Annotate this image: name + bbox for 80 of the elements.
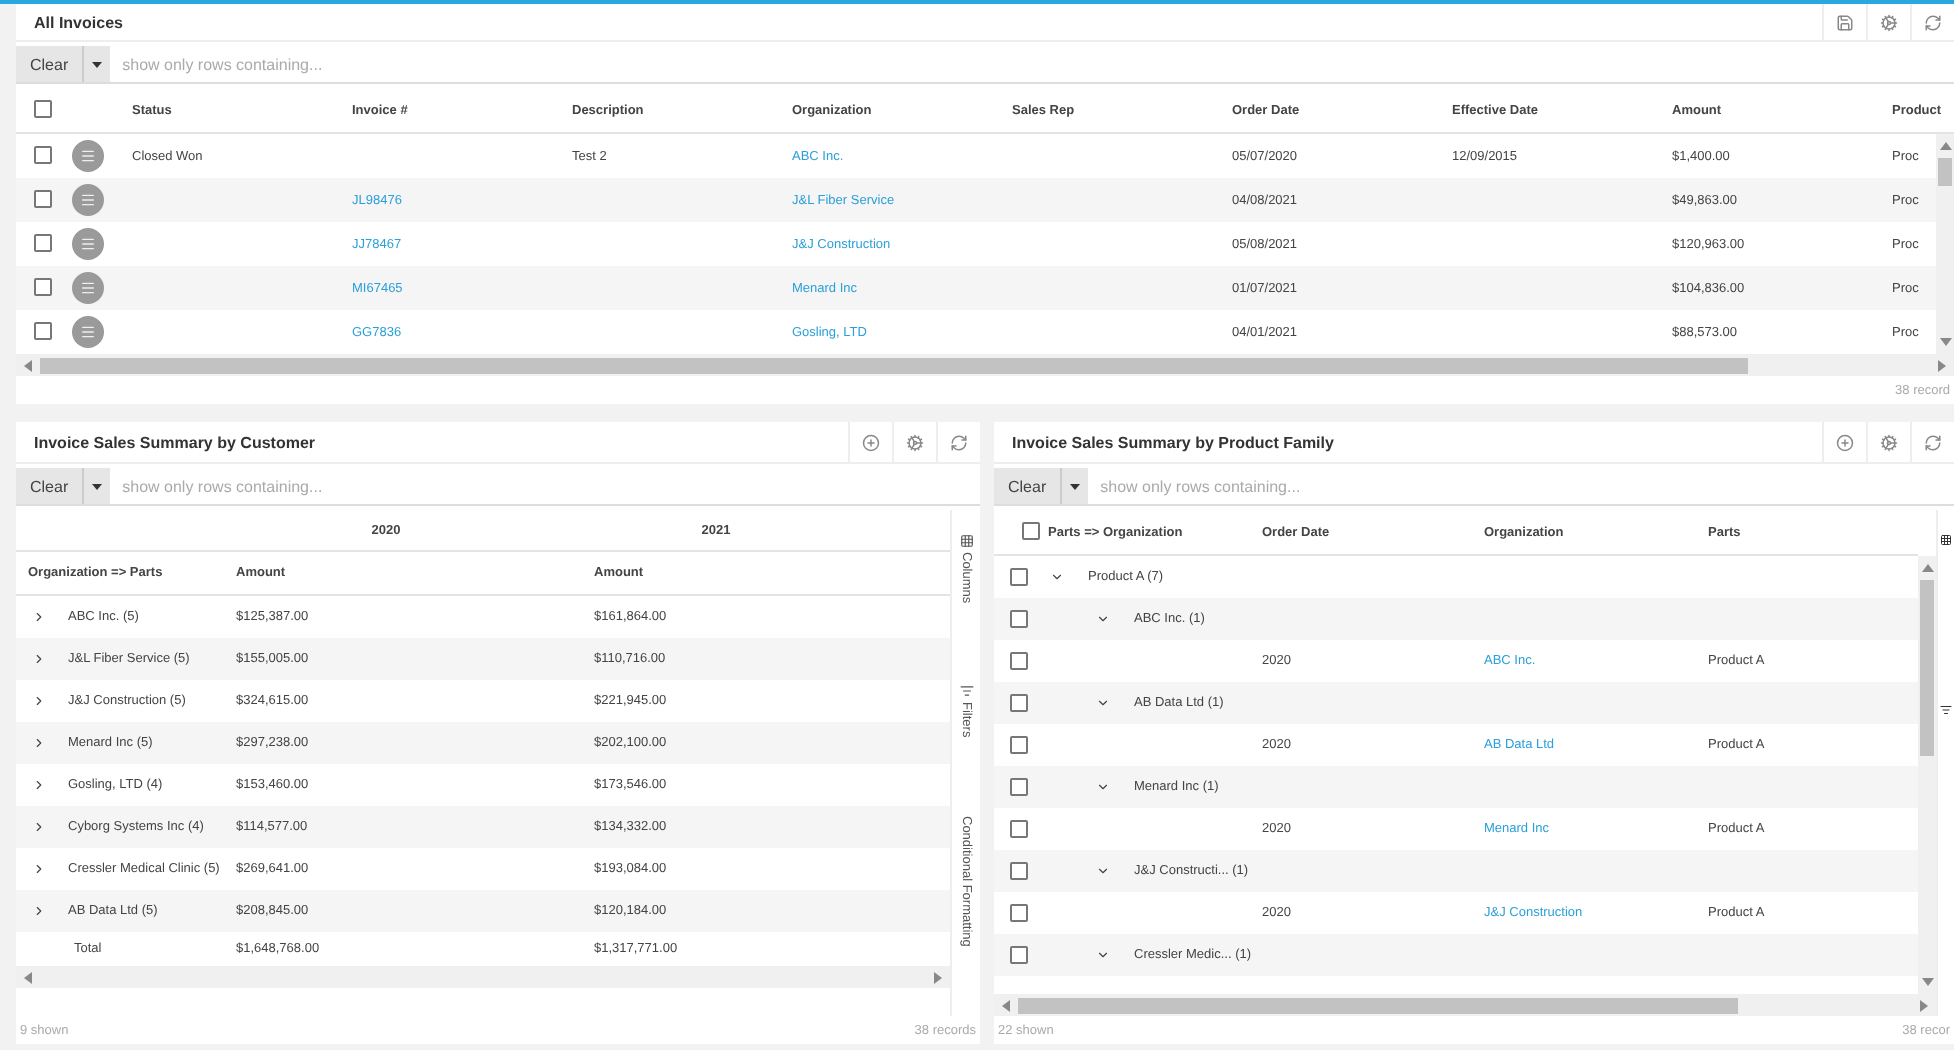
checkbox[interactable] xyxy=(1010,567,1028,585)
checkbox[interactable] xyxy=(1010,735,1028,753)
clear-button[interactable]: Clear xyxy=(16,46,83,82)
checkbox[interactable] xyxy=(34,234,52,252)
scroll-thumb[interactable] xyxy=(1018,997,1739,1013)
scroll-left-icon xyxy=(22,359,34,371)
scroll-left-icon xyxy=(1000,999,1012,1011)
save-icon xyxy=(1836,13,1854,31)
checkbox[interactable] xyxy=(34,146,52,164)
checkbox[interactable] xyxy=(1010,777,1028,795)
row-menu-icon[interactable] xyxy=(72,272,104,304)
clear-button[interactable]: Clear xyxy=(994,468,1061,504)
checkbox[interactable] xyxy=(34,322,52,340)
horizontal-scrollbar[interactable] xyxy=(16,966,950,988)
chevron-down-icon[interactable] xyxy=(1050,570,1064,584)
scroll-left-icon xyxy=(22,971,34,983)
settings-icon xyxy=(906,433,924,451)
checkbox[interactable] xyxy=(1010,609,1028,627)
chevron-right-icon[interactable] xyxy=(32,610,46,624)
chevron-down-icon[interactable] xyxy=(1096,696,1110,710)
caret-icon xyxy=(92,61,103,67)
chevron-down-icon[interactable] xyxy=(1096,612,1110,626)
caret-icon xyxy=(92,483,103,489)
scroll-up-icon xyxy=(1921,562,1933,574)
scroll-right-icon xyxy=(932,971,944,983)
scroll-thumb[interactable] xyxy=(1920,580,1934,756)
scroll-down-icon xyxy=(1939,336,1951,348)
checkbox[interactable] xyxy=(1010,903,1028,921)
plus-icon xyxy=(862,433,880,451)
chevron-down-icon[interactable] xyxy=(1096,948,1110,962)
chevron-right-icon[interactable] xyxy=(32,820,46,834)
checkbox[interactable] xyxy=(1010,651,1028,669)
scroll-down-icon xyxy=(1921,976,1933,988)
filter-icon xyxy=(959,683,973,698)
settings-icon xyxy=(1880,433,1898,451)
chevron-right-icon[interactable] xyxy=(32,862,46,876)
chevron-right-icon[interactable] xyxy=(32,904,46,918)
horizontal-scrollbar[interactable] xyxy=(994,994,1936,1016)
plus-icon xyxy=(1836,433,1854,451)
panel-title: Invoice Sales Summary by Product Family xyxy=(1010,433,1336,451)
columns-icon xyxy=(959,534,973,548)
checkbox[interactable] xyxy=(1022,522,1040,540)
row-menu-icon[interactable] xyxy=(72,184,104,216)
scroll-right-icon xyxy=(1936,359,1948,371)
refresh-icon xyxy=(1924,13,1942,31)
checkbox[interactable] xyxy=(1010,945,1028,963)
caret-icon xyxy=(1070,483,1081,489)
panel-title: Invoice Sales Summary by Customer xyxy=(32,433,317,451)
checkbox[interactable] xyxy=(34,190,52,208)
checkbox[interactable] xyxy=(34,100,52,118)
row-menu-icon[interactable] xyxy=(72,228,104,260)
settings-icon xyxy=(1880,13,1898,31)
dropdown-button[interactable] xyxy=(82,468,111,504)
checkbox[interactable] xyxy=(34,278,52,296)
dropdown-button[interactable] xyxy=(1060,468,1089,504)
checkbox[interactable] xyxy=(1010,819,1028,837)
columns-icon[interactable] xyxy=(1940,534,1952,546)
clear-button[interactable]: Clear xyxy=(16,468,83,504)
horizontal-scrollbar[interactable] xyxy=(16,354,1954,376)
vertical-scrollbar[interactable] xyxy=(1918,556,1936,994)
row-menu-icon[interactable] xyxy=(72,316,104,348)
scroll-thumb[interactable] xyxy=(1938,158,1952,186)
chevron-down-icon[interactable] xyxy=(1096,780,1110,794)
dropdown-button[interactable] xyxy=(82,46,111,82)
chevron-right-icon[interactable] xyxy=(32,736,46,750)
chevron-right-icon[interactable] xyxy=(32,778,46,792)
vertical-scrollbar[interactable] xyxy=(1936,134,1954,354)
scroll-thumb[interactable] xyxy=(40,357,1748,373)
scroll-up-icon xyxy=(1939,140,1951,152)
refresh-icon xyxy=(950,433,968,451)
scroll-right-icon xyxy=(1918,999,1930,1011)
chevron-down-icon[interactable] xyxy=(1096,864,1110,878)
chevron-right-icon[interactable] xyxy=(32,694,46,708)
panel-title: All Invoices xyxy=(32,13,125,31)
refresh-icon xyxy=(1924,433,1942,451)
checkbox[interactable] xyxy=(1010,861,1028,879)
checkbox[interactable] xyxy=(1010,693,1028,711)
row-menu-icon[interactable] xyxy=(72,140,104,172)
chevron-right-icon[interactable] xyxy=(32,652,46,666)
filter-icon[interactable] xyxy=(1940,704,1952,716)
